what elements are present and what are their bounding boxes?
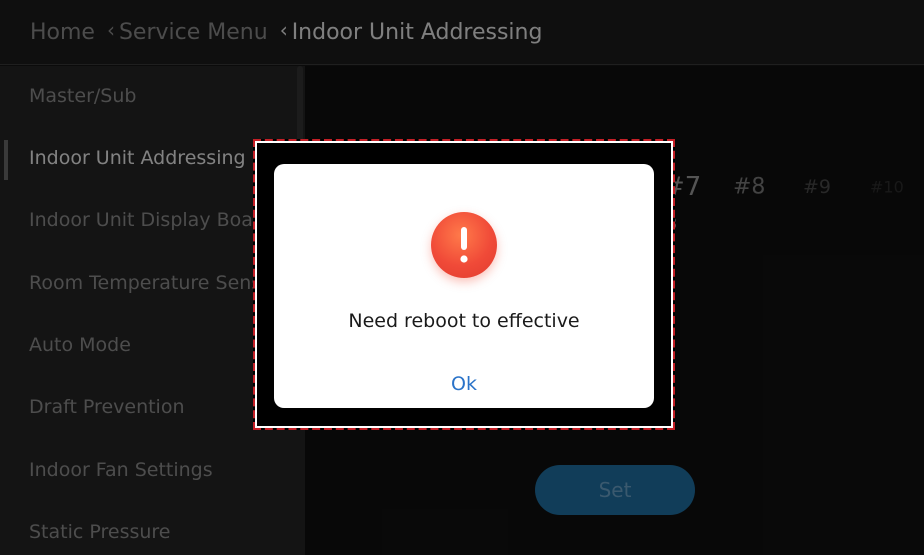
app-screen: Home ‹ Service Menu ‹ Indoor Unit Addres… [0, 0, 924, 555]
exclamation-icon [431, 212, 497, 278]
dialog-message: Need reboot to effective [348, 310, 580, 332]
reboot-dialog: Need reboot to effective Ok [274, 164, 654, 408]
ok-button[interactable]: Ok [424, 368, 504, 400]
